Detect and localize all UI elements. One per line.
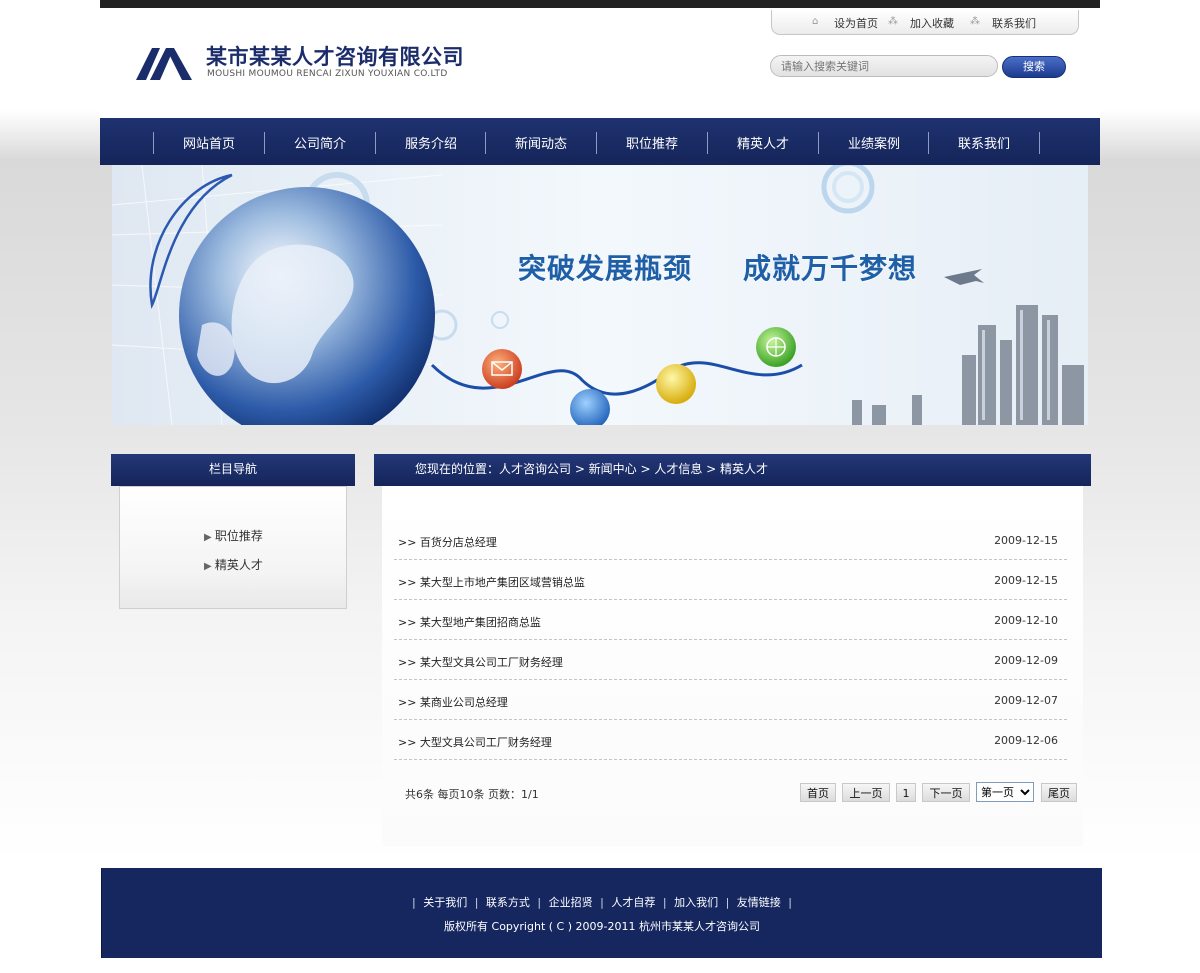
page-select[interactable]: 第一页 — [976, 782, 1034, 802]
banner-artwork — [112, 165, 1088, 425]
contact-icon: ⁂ — [970, 16, 980, 27]
footer-link-join[interactable]: 加入我们 — [674, 896, 718, 909]
copyright-text: 版权所有 Copyright ( C ) 2009-2011 杭州市某某人才咨询… — [444, 920, 760, 933]
list-item-title[interactable]: >> 某大型地产集团招商总监 — [398, 614, 541, 630]
list-item: >> 某大型文具公司工厂财务经理 2009-12-09 — [394, 639, 1067, 680]
list-item: >> 百货分店总经理 2009-12-15 — [394, 519, 1067, 560]
bookmark-icon: ⁂ — [888, 16, 898, 27]
sidebar-item-jobs[interactable]: ▶ 职位推荐 — [204, 527, 263, 544]
nav-item-contact[interactable]: 联系我们 — [929, 133, 1039, 152]
footer-separator: | — [411, 896, 416, 909]
nav-item-jobs[interactable]: 职位推荐 — [597, 133, 707, 152]
list-item-date: 2009-12-10 — [994, 614, 1058, 627]
set-homepage-link[interactable]: 设为首页 — [834, 15, 878, 31]
search-button[interactable]: 搜索 — [1002, 56, 1066, 78]
prev-page-button[interactable]: 上一页 — [842, 783, 890, 802]
sidebar-title: 栏目导航 — [208, 462, 257, 476]
list-item: >> 某大型地产集团招商总监 2009-12-10 — [394, 599, 1067, 640]
footer-separator: | — [662, 896, 667, 909]
list-item: >> 某商业公司总经理 2009-12-07 — [394, 679, 1067, 720]
hero-banner: 突破发展瓶颈 成就万千梦想 — [112, 165, 1088, 425]
sidebar-item-label: 职位推荐 — [214, 529, 263, 543]
nav-item-about[interactable]: 公司简介 — [265, 133, 375, 152]
main-nav: 网站首页 公司简介 服务介绍 新闻动态 职位推荐 精英人才 业绩案例 联系我们 — [100, 118, 1100, 165]
pagination-info: 共6条 每页10条 页数：1/1 — [405, 788, 539, 801]
footer-separator: | — [537, 896, 542, 909]
list-item-date: 2009-12-09 — [994, 654, 1058, 667]
top-strip — [100, 0, 1100, 8]
list-item-title[interactable]: >> 大型文具公司工厂财务经理 — [398, 734, 552, 750]
nav-item-news[interactable]: 新闻动态 — [486, 133, 596, 152]
footer-separator: | — [725, 896, 730, 909]
list-item: >> 某大型上市地产集团区域营销总监 2009-12-15 — [394, 559, 1067, 600]
footer-separator: | — [788, 896, 793, 909]
content-header: 您现在的位置：人才咨询公司 > 新闻中心 > 人才信息 > 精英人才 — [374, 454, 1091, 486]
first-page-button[interactable]: 首页 — [800, 783, 836, 802]
nav-item-services[interactable]: 服务介绍 — [376, 133, 486, 152]
footer-link-contact[interactable]: 联系方式 — [486, 896, 530, 909]
nav-item-talents[interactable]: 精英人才 — [708, 133, 818, 152]
list-item-date: 2009-12-07 — [994, 694, 1058, 707]
sidebar-menu: ▶ 职位推荐 ▶ 精英人才 — [119, 486, 347, 609]
list-item-title[interactable]: >> 某大型文具公司工厂财务经理 — [398, 654, 563, 670]
footer-link-recruit[interactable]: 企业招贤 — [549, 896, 593, 909]
list-item-title[interactable]: >> 某商业公司总经理 — [398, 694, 508, 710]
sidebar-item-talents[interactable]: ▶ 精英人才 — [204, 556, 263, 573]
home-icon: ⌂ — [812, 16, 819, 27]
list-item-date: 2009-12-06 — [994, 734, 1058, 747]
footer: | 关于我们 | 联系方式 | 企业招贤 | 人才自荐 | 加入我们 | 友情链… — [101, 868, 1102, 958]
list-item-title[interactable]: >> 百货分店总经理 — [398, 534, 497, 550]
footer-link-friends[interactable]: 友情链接 — [737, 896, 781, 909]
footer-separator: | — [474, 896, 479, 909]
list-item-date: 2009-12-15 — [994, 534, 1058, 547]
last-page-button[interactable]: 尾页 — [1041, 783, 1077, 802]
sidebar-item-label: 精英人才 — [214, 558, 263, 572]
add-favorite-link[interactable]: 加入收藏 — [910, 15, 954, 31]
nav-item-cases[interactable]: 业绩案例 — [819, 133, 929, 152]
nav-item-home[interactable]: 网站首页 — [154, 133, 264, 152]
footer-link-about[interactable]: 关于我们 — [423, 896, 467, 909]
header: 某市某某人才咨询有限公司 MOUSHI MOUMOU RENCAI ZIXUN … — [100, 8, 1100, 118]
footer-separator: | — [600, 896, 604, 909]
company-name-en: MOUSHI MOUMOU RENCAI ZIXUN YOUXIAN CO.LT… — [207, 69, 448, 79]
company-logo — [136, 48, 192, 80]
page-number-button[interactable]: 1 — [896, 783, 916, 802]
list-item-title[interactable]: >> 某大型上市地产集团区域营销总监 — [398, 574, 585, 590]
top-links-bar: ⌂ 设为首页 ⁂ 加入收藏 ⁂ 联系我们 — [771, 10, 1079, 35]
search-input[interactable] — [770, 55, 998, 77]
breadcrumb: 您现在的位置：人才咨询公司 > 新闻中心 > 人才信息 > 精英人才 — [415, 462, 769, 476]
sidebar-header: 栏目导航 — [111, 454, 355, 486]
nav-separator — [1039, 132, 1040, 154]
footer-links: | 关于我们 | 联系方式 | 企业招贤 | 人才自荐 | 加入我们 | 友情链… — [102, 894, 1102, 910]
triangle-right-icon: ▶ — [204, 532, 215, 543]
company-name-cn: 某市某某人才咨询有限公司 — [206, 45, 464, 69]
contact-us-link[interactable]: 联系我们 — [992, 15, 1036, 31]
list-item-date: 2009-12-15 — [994, 574, 1058, 587]
list-item: >> 大型文具公司工厂财务经理 2009-12-06 — [394, 719, 1067, 760]
footer-link-self-recommend[interactable]: 人才自荐 — [611, 896, 655, 909]
banner-slogan-right: 成就万千梦想 — [743, 252, 918, 285]
triangle-right-icon: ▶ — [204, 561, 215, 572]
banner-slogan-left: 突破发展瓶颈 — [518, 252, 693, 285]
next-page-button[interactable]: 下一页 — [922, 783, 970, 802]
